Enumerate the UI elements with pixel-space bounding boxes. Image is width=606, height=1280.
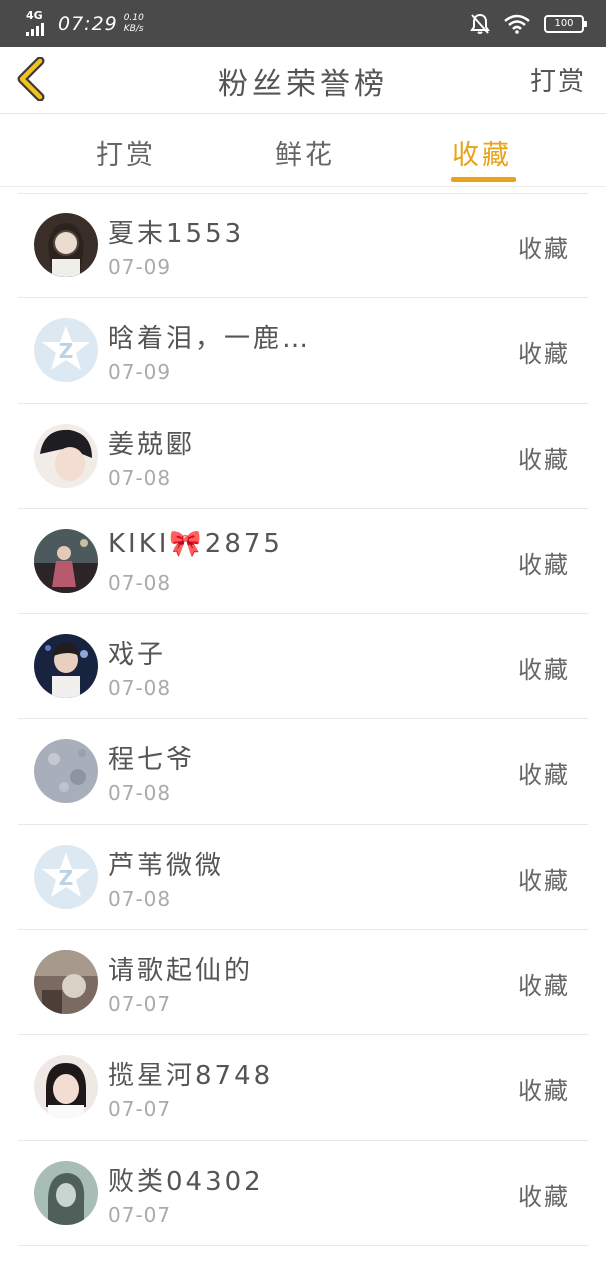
fan-name: 晗着泪，一鹿… <box>108 324 312 355</box>
fan-name: 芦苇微微 <box>108 850 225 881</box>
status-bar: 4G 07:29 0.10 KB/s 100 <box>0 0 606 47</box>
fan-date: 07-07 <box>108 1097 172 1122</box>
fan-name: 败类04302 <box>108 1166 264 1197</box>
wifi-icon <box>504 14 530 34</box>
list-item[interactable]: Z 晗着泪，一鹿… 07-09 收藏 <box>18 298 588 404</box>
bell-muted-icon <box>470 13 490 34</box>
fan-date: 07-08 <box>108 570 172 595</box>
fan-name: 程七爷 <box>108 745 196 776</box>
network-speed: 0.10 KB/s <box>124 13 144 35</box>
avatar <box>34 213 98 277</box>
reward-button[interactable]: 打赏 <box>530 61 586 98</box>
fan-action: 收藏 <box>518 1077 570 1106</box>
list-item[interactable]: KIKI🎀2875 07-08 收藏 <box>18 509 588 615</box>
battery-level: 100 <box>554 18 574 29</box>
status-left: 4G 07:29 0.10 KB/s <box>26 8 144 38</box>
list-item[interactable]: 请歌起仙的 07-07 收藏 <box>18 930 588 1036</box>
fan-name: 姜兢郾 <box>108 429 196 460</box>
fan-name: 戏子 <box>108 640 167 671</box>
fan-date: 07-08 <box>108 676 172 701</box>
avatar <box>34 634 98 699</box>
fan-date: 07-09 <box>108 360 172 385</box>
fan-action: 收藏 <box>518 550 570 579</box>
avatar <box>34 950 98 1015</box>
list-item[interactable]: 姜兢郾 07-08 收藏 <box>18 404 588 509</box>
page-title: 粉丝荣誉榜 <box>218 67 388 102</box>
avatar <box>34 739 98 804</box>
svg-text:Z: Z <box>59 339 74 363</box>
fan-date: 07-07 <box>108 1202 172 1227</box>
list-item[interactable]: Z 芦苇微微 07-08 收藏 <box>18 825 588 931</box>
speed-unit: KB/s <box>123 23 144 34</box>
fan-name: 夏末1553 <box>108 219 245 249</box>
tab-favorites[interactable]: 收藏 <box>452 133 512 172</box>
list-item[interactable]: 程七爷 07-08 收藏 <box>18 719 588 825</box>
status-right: 100 <box>470 13 587 35</box>
fan-action: 收藏 <box>518 866 570 895</box>
avatar <box>34 528 98 593</box>
fan-date: 07-08 <box>108 886 172 911</box>
list-item[interactable]: 败类04302 07-07 收藏 <box>18 1141 588 1246</box>
fan-date: 07-09 <box>108 255 172 279</box>
list-item[interactable]: 夏末1553 07-09 收藏 <box>18 193 588 299</box>
fan-name: 请歌起仙的 <box>108 956 254 987</box>
fan-date: 07-08 <box>108 465 172 490</box>
nav-bar: 粉丝荣誉榜 打赏 <box>0 47 606 114</box>
fan-name: 揽星河8748 <box>108 1061 274 1092</box>
avatar <box>34 1055 98 1120</box>
battery-icon: 100 <box>544 14 587 33</box>
clock: 07:29 <box>58 12 118 35</box>
signal-icon: 4G <box>26 8 52 38</box>
fan-list: 夏末1553 07-09 收藏 Z 晗着泪，一鹿… 07-09 收藏 姜兢郾 0… <box>0 193 606 1246</box>
fan-action: 收藏 <box>518 972 570 1001</box>
tab-flowers[interactable]: 鲜花 <box>275 133 335 172</box>
avatar <box>34 423 98 488</box>
fan-action: 收藏 <box>518 656 570 685</box>
tab-bar: 打赏 鲜花 收藏 <box>0 115 606 187</box>
tab-reward[interactable]: 打赏 <box>96 133 156 172</box>
list-item[interactable]: 戏子 07-08 收藏 <box>18 614 588 720</box>
fan-date: 07-08 <box>108 781 172 806</box>
fan-date: 07-07 <box>108 992 172 1017</box>
speed-value: 0.10 <box>123 12 144 23</box>
tab-active-indicator <box>451 177 516 182</box>
avatar <box>34 1160 98 1225</box>
fan-action: 收藏 <box>518 340 570 369</box>
fan-action: 收藏 <box>518 1182 570 1211</box>
qq-default-icon: Z <box>34 318 98 383</box>
network-type: 4G <box>26 8 43 22</box>
list-item[interactable]: 揽星河8748 07-07 收藏 <box>18 1035 588 1141</box>
fan-action: 收藏 <box>518 761 570 790</box>
qq-default-icon: Z <box>34 844 98 909</box>
fan-name: KIKI🎀2875 <box>108 528 283 559</box>
fan-action: 收藏 <box>518 235 570 263</box>
svg-text:Z: Z <box>59 866 74 890</box>
fan-action: 收藏 <box>518 445 570 474</box>
